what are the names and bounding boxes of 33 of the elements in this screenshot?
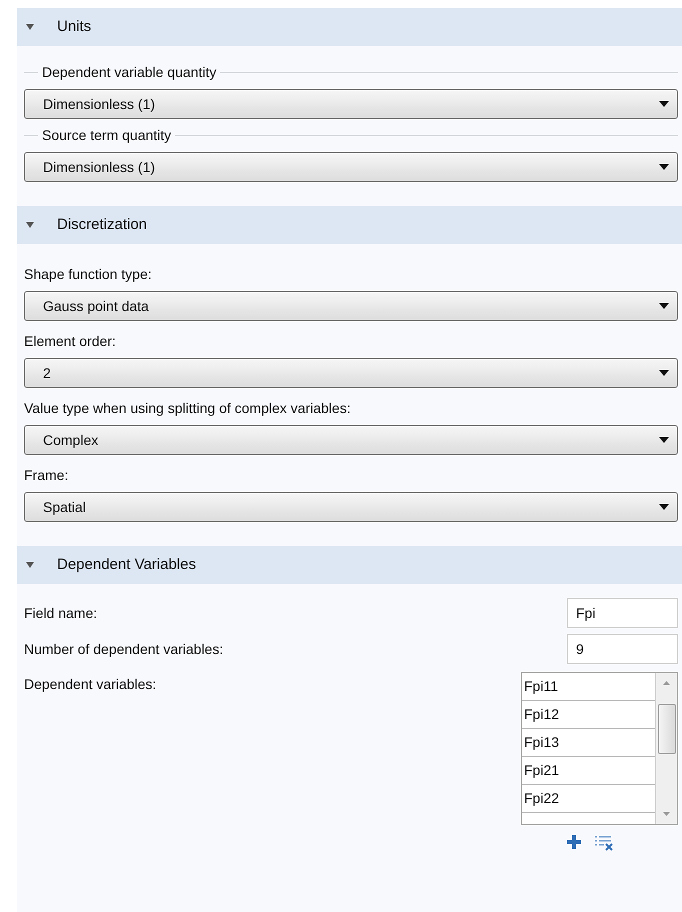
- dropdown[interactable]: 2: [24, 358, 678, 388]
- dropdown-arrow-icon: [659, 101, 669, 107]
- field-label: Dependent variables:: [24, 675, 156, 694]
- dropdown-arrow-icon: [659, 164, 669, 170]
- dropdown-arrow-icon: [659, 303, 669, 309]
- field-label: Frame:: [24, 466, 68, 484]
- field-label: Field name:: [24, 604, 98, 622]
- section-header[interactable]: Units: [17, 8, 682, 46]
- dropdown[interactable]: Gauss point data: [24, 291, 678, 321]
- section-header[interactable]: Dependent Variables: [17, 546, 682, 584]
- dropdown[interactable]: Complex: [24, 425, 678, 455]
- input-field[interactable]: 9: [567, 634, 678, 664]
- field-label: Shape function type:: [24, 264, 152, 284]
- section-header[interactable]: Discretization: [17, 206, 682, 244]
- group-label: Dependent variable quantity: [42, 62, 216, 82]
- clear-list-icon[interactable]: [594, 835, 612, 851]
- dropdown-arrow-icon: [659, 504, 669, 510]
- add-icon[interactable]: [566, 835, 580, 849]
- caret-icon[interactable]: [25, 221, 35, 229]
- dropdown-arrow-icon: [659, 437, 669, 443]
- dropdown-arrow-icon: [659, 370, 669, 376]
- scrollbar[interactable]: [655, 673, 677, 824]
- dropdown[interactable]: Dimensionless (1): [24, 89, 678, 119]
- caret-icon[interactable]: [25, 23, 35, 31]
- field-label: Number of dependent variables:: [24, 640, 224, 659]
- field-label: Element order:: [24, 332, 116, 350]
- group-label: Source term quantity: [42, 126, 172, 145]
- caret-icon[interactable]: [25, 561, 35, 569]
- field-label: Value type when using splitting of complex variables:: [24, 398, 351, 418]
- input-field[interactable]: Fpi: [567, 598, 678, 628]
- scroll-thumb[interactable]: [658, 704, 676, 754]
- dropdown[interactable]: Dimensionless (1): [24, 152, 678, 182]
- dropdown[interactable]: Spatial: [24, 492, 678, 522]
